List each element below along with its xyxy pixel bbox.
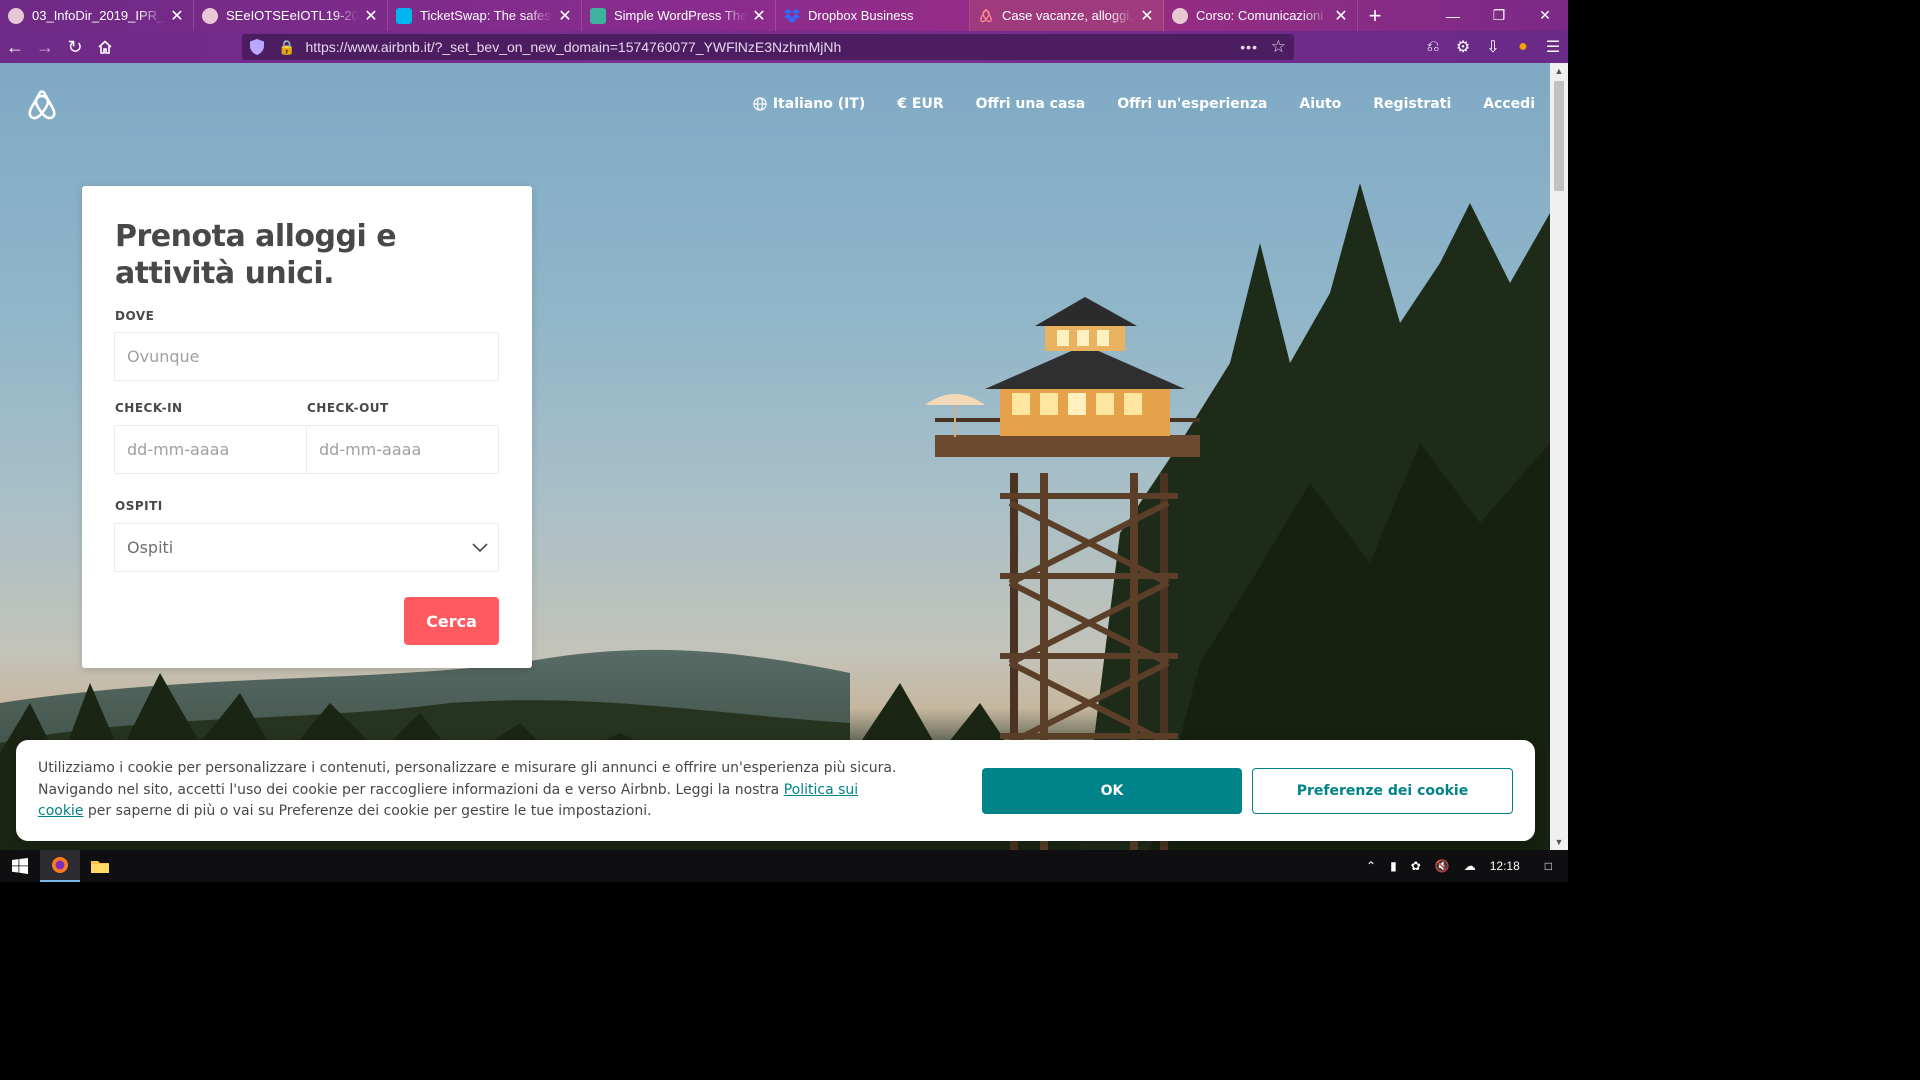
tab-bar: 03_InfoDir_2019_IPR_DE ✕ SEeIOTSEeIOTL19… xyxy=(0,0,1568,31)
forward-icon[interactable]: → xyxy=(30,32,60,62)
where-input[interactable]: Ovunque xyxy=(114,332,499,381)
close-tab-icon[interactable]: ✕ xyxy=(363,6,379,26)
minimize-icon[interactable]: — xyxy=(1430,0,1476,31)
window-controls: — ❐ ✕ xyxy=(1430,0,1568,31)
close-tab-icon[interactable]: ✕ xyxy=(1333,6,1349,26)
navigation-bar: ← → ↻ 🔒 https://www.airbnb.it/?_set_bev_… xyxy=(0,31,1568,63)
tab-infodir[interactable]: 03_InfoDir_2019_IPR_DE ✕ xyxy=(0,0,194,31)
tab-airbnb[interactable]: Case vacanze, alloggi, e ✕ xyxy=(970,0,1164,31)
close-tab-icon[interactable]: ✕ xyxy=(751,6,767,26)
ticketswap-icon xyxy=(396,7,412,24)
cookie-text: Utilizziamo i cookie per personalizzare … xyxy=(38,758,898,823)
tab-title: Corso: Comunicazioni D xyxy=(1196,8,1329,23)
home-icon[interactable] xyxy=(90,32,120,62)
date-range: dd-mm-aaaa dd-mm-aaaa xyxy=(114,425,499,474)
offer-experience-link[interactable]: Offri un'esperienza xyxy=(1117,96,1267,112)
scroll-up-icon[interactable]: ▲ xyxy=(1550,66,1568,76)
tab-title: TicketSwap: The safest w xyxy=(420,8,553,23)
shield-icon[interactable] xyxy=(250,39,264,55)
clock[interactable]: 12:18 xyxy=(1490,859,1520,873)
guests-value: Ospiti xyxy=(127,538,174,557)
taskbar: ⌃ ▮ ✿ 🔇 ☁ 12:18 □ xyxy=(0,850,1568,882)
offer-home-link[interactable]: Offri una casa xyxy=(976,96,1086,112)
lock-icon[interactable]: 🔒 xyxy=(278,39,295,56)
notification-icon[interactable]: □ xyxy=(1545,859,1552,873)
checkout-input[interactable]: dd-mm-aaaa xyxy=(306,425,499,474)
airbnb-header-nav: Italiano (IT) € EUR Offri una casa Offri… xyxy=(721,96,1535,112)
signup-link[interactable]: Registrati xyxy=(1373,96,1451,112)
currency-selector[interactable]: € EUR xyxy=(897,96,943,112)
help-link[interactable]: Aiuto xyxy=(1299,96,1341,112)
volume-muted-icon[interactable]: 🔇 xyxy=(1435,859,1450,873)
search-button[interactable]: Cerca xyxy=(404,597,499,645)
tab-ticketswap[interactable]: TicketSwap: The safest w ✕ xyxy=(388,0,582,31)
cloud-icon[interactable]: ☁ xyxy=(1464,859,1476,873)
close-tab-icon[interactable]: ✕ xyxy=(1139,6,1155,26)
guests-select[interactable]: Ospiti xyxy=(114,523,499,572)
url-bar[interactable]: 🔒 https://www.airbnb.it/?_set_bev_on_new… xyxy=(242,34,1294,60)
leaf-icon xyxy=(590,7,606,24)
close-window-icon[interactable]: ✕ xyxy=(1522,0,1568,31)
tab-title: 03_InfoDir_2019_IPR_DE xyxy=(32,8,165,23)
back-icon[interactable]: ← xyxy=(0,32,30,62)
tab-title: SEeIOTSEeIOTL19-20/RIC xyxy=(226,8,359,23)
library-icon[interactable]: ⎌ xyxy=(1418,38,1448,56)
download-icon[interactable]: ⇩ xyxy=(1478,37,1508,57)
chevron-up-icon[interactable]: ⌃ xyxy=(1366,859,1376,873)
battery-icon[interactable]: ▮ xyxy=(1390,859,1397,873)
dropbox-icon xyxy=(784,8,800,24)
tab-title: Simple WordPress Them xyxy=(614,8,747,23)
system-tray: ⌃ ▮ ✿ 🔇 ☁ 12:18 □ xyxy=(1359,850,1568,882)
tab-seeiotse[interactable]: SEeIOTSEeIOTL19-20/RIC ✕ xyxy=(194,0,388,31)
close-tab-icon[interactable]: ✕ xyxy=(169,6,185,26)
globe-icon xyxy=(753,97,767,111)
tab-corso[interactable]: Corso: Comunicazioni D ✕ xyxy=(1164,0,1358,31)
scrollbar-thumb[interactable] xyxy=(1554,81,1564,191)
checkin-input[interactable]: dd-mm-aaaa xyxy=(114,425,307,474)
extension-icon[interactable]: ● xyxy=(1508,38,1538,56)
gear-icon[interactable]: ⚙ xyxy=(1448,37,1478,57)
search-card: Prenota alloggi e attività unici. DOVE O… xyxy=(82,186,532,668)
tab-wordpress-themes[interactable]: Simple WordPress Them ✕ xyxy=(582,0,776,31)
restore-icon[interactable]: ❐ xyxy=(1476,0,1522,31)
toolbar-right: ⎌ ⚙ ⇩ ● ☰ xyxy=(1418,31,1568,63)
cookie-text-part: per saperne di più o vai su Preferenze d… xyxy=(83,803,652,819)
cookie-banner: Utilizziamo i cookie per personalizzare … xyxy=(16,740,1535,841)
close-tab-icon[interactable]: ✕ xyxy=(557,6,573,26)
tab-favicon-icon xyxy=(8,7,24,24)
page-scrollbar[interactable]: ▲ ▼ xyxy=(1550,63,1568,850)
chevron-down-icon xyxy=(472,542,488,552)
airbnb-icon xyxy=(978,8,994,24)
scroll-down-icon[interactable]: ▼ xyxy=(1550,837,1568,847)
menu-icon[interactable]: ☰ xyxy=(1538,37,1568,57)
language-selector[interactable]: Italiano (IT) xyxy=(753,96,865,112)
reload-icon[interactable]: ↻ xyxy=(60,32,90,62)
tab-title: Dropbox Business xyxy=(808,8,914,23)
tab-dropbox[interactable]: Dropbox Business xyxy=(776,0,970,31)
windows-start-icon[interactable] xyxy=(0,850,40,882)
tab-favicon-icon xyxy=(202,7,218,24)
airbnb-logo-icon[interactable] xyxy=(26,89,58,123)
checkout-label: CHECK-OUT xyxy=(307,401,389,415)
login-link[interactable]: Accedi xyxy=(1483,96,1535,112)
cookie-preferences-button[interactable]: Preferenze dei cookie xyxy=(1252,768,1513,814)
url-text[interactable]: https://www.airbnb.it/?_set_bev_on_new_d… xyxy=(305,39,841,55)
file-explorer-icon[interactable] xyxy=(80,850,120,882)
guests-label: OSPITI xyxy=(115,499,163,513)
ok-button[interactable]: OK xyxy=(982,768,1242,814)
where-label: DOVE xyxy=(115,309,155,323)
language-label: Italiano (IT) xyxy=(772,96,866,112)
airbnb-page: Italiano (IT) € EUR Offri una casa Offri… xyxy=(0,63,1550,850)
tab-favicon-icon xyxy=(1172,7,1188,24)
cookie-text-part: Utilizziamo i cookie per personalizzare … xyxy=(38,760,897,798)
tab-title: Case vacanze, alloggi, e xyxy=(1002,8,1135,23)
checkin-label: CHECK-IN xyxy=(115,401,183,415)
firefox-taskbar-icon[interactable] xyxy=(40,850,80,882)
bookmark-star-icon[interactable]: ☆ xyxy=(1271,37,1286,57)
wifi-icon[interactable]: ✿ xyxy=(1411,859,1421,873)
page-actions-icon[interactable]: ••• xyxy=(1240,39,1258,55)
search-title: Prenota alloggi e attività unici. xyxy=(115,219,397,291)
new-tab-button[interactable]: + xyxy=(1358,0,1392,31)
